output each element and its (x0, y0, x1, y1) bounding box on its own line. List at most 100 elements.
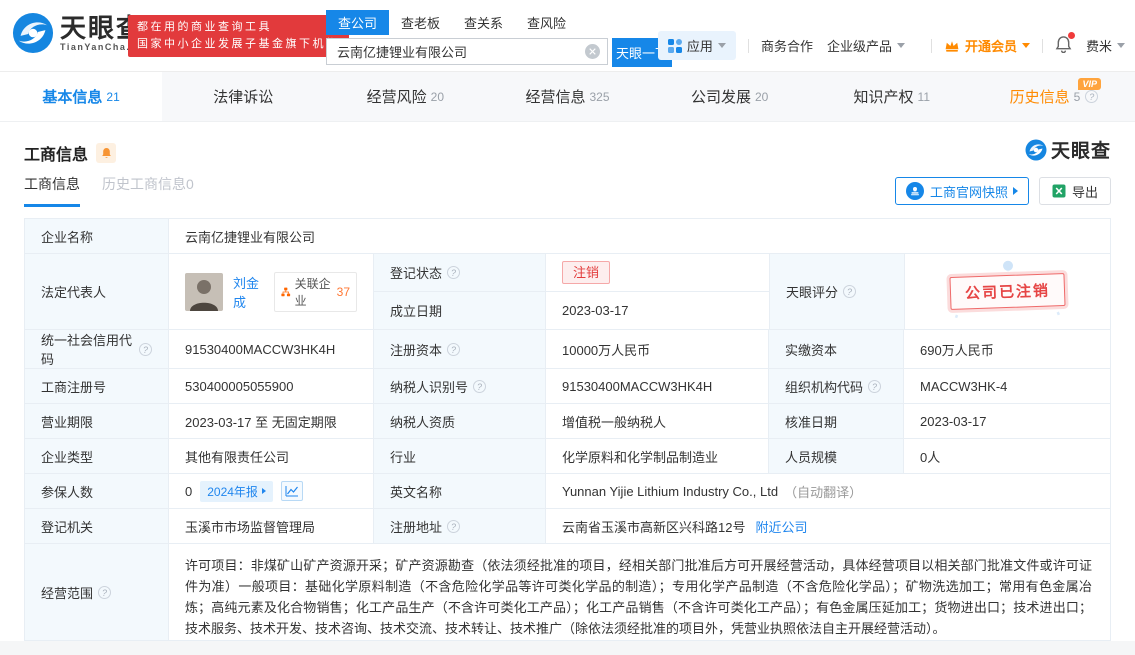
help-icon[interactable] (1085, 90, 1099, 103)
tab-operating-info[interactable]: 经营信息 325 (486, 72, 648, 121)
divider (747, 38, 749, 53)
subtab-business-info[interactable]: 工商信息 (24, 174, 80, 207)
establish-date-value: 2023-03-17 (546, 292, 770, 329)
search-tab-boss[interactable]: 查老板 (389, 10, 452, 35)
taxpayer-qualification-value: 增值税一般纳税人 (546, 404, 769, 438)
insured-value-cell: 0 2024年报 (169, 474, 374, 508)
monitor-bell-icon[interactable] (96, 143, 117, 163)
company-name-label: 企业名称 (25, 219, 169, 253)
industry-value: 化学原料和化学制品制造业 (546, 439, 769, 473)
table-row: 统一社会信用代码 91530400MACCW3HK4H 注册资本 10000万人… (25, 330, 1110, 369)
slogan-banner: 都在用的商业查询工具 国家中小企业发展子基金旗下机构 (128, 15, 349, 57)
business-info-table: 企业名称 云南亿捷锂业有限公司 法定代表人 刘金成 关联企业 37 登记状态 ?… (24, 218, 1111, 641)
help-icon[interactable] (447, 519, 461, 533)
tab-company-development[interactable]: 公司发展 20 (649, 72, 811, 121)
search-tab-risk[interactable]: 查风险 (515, 10, 578, 35)
english-name-cell: Yunnan Yijie Lithium Industry Co., Ltd （… (546, 474, 1110, 508)
company-type-label: 企业类型 (25, 439, 169, 473)
trend-chart-icon (285, 486, 298, 497)
main-content: 工商信息 天眼查 工商信息 历史工商信息0 工商官网快照 导出 企业名称 云南亿… (0, 122, 1135, 641)
company-type-value: 其他有限责任公司 (169, 439, 374, 473)
clear-icon[interactable] (585, 44, 600, 59)
registered-capital-label-cell: 注册资本 (374, 330, 546, 368)
notification-bell-icon[interactable] (1055, 32, 1075, 56)
trend-chart-button[interactable] (280, 481, 303, 501)
registered-capital-value: 10000万人民币 (546, 330, 769, 368)
search-area: 查公司 查老板 查关系 查风险 天眼一下 (326, 9, 672, 67)
table-row-business-scope: 经营范围 许可项目：非煤矿山矿产资源开采；矿产资源勘查（依法须经批准的项目，经相… (25, 544, 1110, 640)
status-date-subtable: 登记状态 注销 成立日期 2023-03-17 (374, 254, 770, 329)
tianyancha-watermark: 天眼查 (1025, 136, 1111, 163)
tab-intellectual-property[interactable]: 知识产权 11 (811, 72, 973, 121)
reg-number-value: 530400005055900 (169, 369, 374, 403)
export-button[interactable]: 导出 (1038, 177, 1111, 205)
tab-operating-risk[interactable]: 经营风险 20 (324, 72, 486, 121)
english-name-value: Yunnan Yijie Lithium Industry Co., Ltd (562, 483, 779, 499)
chevron-down-icon (717, 43, 726, 48)
tianyancha-logo-icon (12, 12, 54, 54)
related-companies-badge[interactable]: 关联企业 37 (274, 271, 357, 312)
tianyancha-logo-icon (1025, 139, 1047, 160)
search-input[interactable] (326, 38, 608, 65)
address-value: 云南省玉溪市高新区兴科路12号 (562, 519, 746, 535)
nav-apps-label: 应用 (686, 39, 713, 54)
industry-label: 行业 (374, 439, 546, 473)
help-icon[interactable] (843, 285, 857, 298)
reg-status-value-cell: 注销 (546, 254, 770, 291)
subtab-history-business-info[interactable]: 历史工商信息0 (102, 174, 194, 204)
chevron-down-icon (1117, 43, 1125, 48)
org-code-label-cell: 组织机构代码 (769, 369, 904, 403)
taxpayer-qualification-label: 纳税人资质 (374, 404, 546, 438)
nav-username[interactable]: 费米 (1086, 36, 1125, 55)
nearby-companies-link[interactable]: 附近公司 (755, 517, 807, 536)
help-icon[interactable] (447, 342, 461, 356)
approval-date-value: 2023-03-17 (920, 413, 987, 429)
help-icon[interactable] (447, 266, 461, 279)
help-icon[interactable] (473, 379, 487, 393)
section-title: 工商信息 (24, 147, 89, 164)
table-row-company-name: 企业名称 云南亿捷锂业有限公司 (25, 219, 1110, 254)
help-icon[interactable] (139, 342, 152, 356)
taxpayer-id-label-cell: 纳税人识别号 (374, 369, 546, 403)
reg-number-label: 工商注册号 (25, 369, 169, 403)
reg-authority-label: 登记机关 (25, 509, 169, 543)
nav-apps[interactable]: 应用 (657, 31, 736, 60)
chevron-right-icon (1012, 187, 1018, 195)
deregistered-stamp: 公司已注销 (949, 273, 1066, 310)
business-scope-value: 许可项目：非煤矿山矿产资源开采；矿产资源勘查（依法须经批准的项目，经相关部门批准… (185, 558, 1092, 636)
page: 天眼查 TianYanCha.com 都在用的商业查询工具 国家中小企业发展子基… (0, 0, 1135, 655)
top-nav: 应用 商务合作 企业级产品 开通会员 费米 (657, 31, 1125, 60)
excel-icon (1052, 184, 1066, 198)
annual-report-badge[interactable]: 2024年报 (200, 480, 273, 502)
staff-size-label: 人员规模 (769, 439, 904, 473)
search-tabs: 查公司 查老板 查关系 查风险 (326, 9, 672, 35)
nav-vip-button[interactable]: 开通会员 (944, 36, 1030, 55)
business-scope-label-cell: 经营范围 (25, 544, 169, 640)
status-badge: 注销 (562, 261, 611, 284)
address-label-cell: 注册地址 (374, 509, 546, 543)
insured-label: 参保人数 (25, 474, 169, 508)
score-label-cell: 天眼评分 (770, 254, 905, 329)
nav-business-coop[interactable]: 商务合作 (761, 36, 813, 55)
tab-basic-info[interactable]: 基本信息 21 (0, 72, 163, 121)
table-row-legal-rep: 法定代表人 刘金成 关联企业 37 登记状态 ? 注销 成立日期 2023-03… (25, 254, 1110, 330)
legal-rep-name-link[interactable]: 刘金成 (233, 273, 266, 311)
nav-enterprise-products[interactable]: 企业级产品 (827, 36, 905, 55)
help-icon[interactable] (868, 379, 882, 393)
stamp-icon (905, 182, 924, 200)
tab-history-info[interactable]: VIP 历史信息 5 (973, 72, 1135, 121)
help-icon[interactable] (98, 585, 112, 599)
reg-authority-value: 玉溪市市场监督管理局 (169, 509, 374, 543)
business-term-label: 营业期限 (25, 404, 169, 438)
search-tab-relation[interactable]: 查关系 (452, 10, 515, 35)
tab-legal-proceedings[interactable]: 法律诉讼 (162, 72, 324, 121)
search-tab-company[interactable]: 查公司 (326, 9, 390, 35)
company-name-value: 云南亿捷锂业有限公司 (185, 229, 316, 245)
table-row: 营业期限 2023-03-17 至 无固定期限 纳税人资质 增值税一般纳税人 核… (25, 404, 1110, 439)
snapshot-button[interactable]: 工商官网快照 (894, 177, 1029, 205)
credit-code-value: 91530400MACCW3HK4H (169, 330, 374, 368)
section-header: 工商信息 天眼查 (24, 122, 1111, 166)
org-code-value: MACCW3HK-4 (920, 378, 1008, 394)
credit-code-label-cell: 统一社会信用代码 (25, 330, 169, 368)
legal-rep-avatar[interactable] (185, 272, 223, 311)
